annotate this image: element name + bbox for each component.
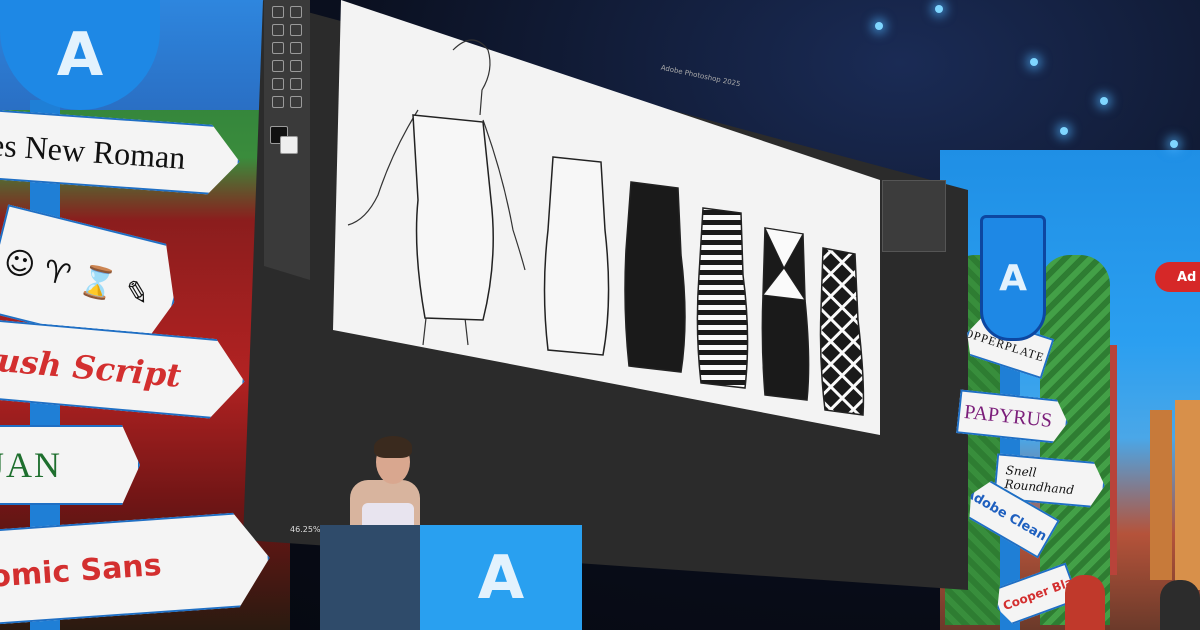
lasso-tool-icon [272,24,284,36]
dress-outline-on-figure [412,114,494,321]
sign-label: es New Roman [0,125,187,176]
eraser-tool-icon [290,60,302,72]
stage-light [1030,58,1038,66]
adobe-logo-icon: A [999,257,1027,299]
adobe-logo-icon: A [477,542,525,613]
eyedropper-tool-icon [272,42,284,54]
shape-tool-icon [290,96,302,108]
dress-artwork [347,39,865,416]
presenter-hair [374,436,412,458]
crop-tool-icon [290,24,302,36]
sign-trajan: JAN [0,425,140,505]
move-tool-icon [272,6,284,18]
tower-orange [1150,410,1172,580]
adobe-logo-icon: A [56,20,104,90]
adobe-logo-sign-right: A [980,215,1046,341]
sign-label: PAPYRUS [963,400,1054,432]
background-color-swatch [280,136,298,154]
sign-label: JAN [0,445,63,485]
stage-light [1100,97,1108,105]
dress-blank [543,156,610,356]
sign-label: rush Script [0,339,183,395]
gradient-tool-icon [272,78,284,90]
sign-comic-sans: omic Sans [0,510,273,624]
stage-light [1170,140,1178,148]
brush-tool-icon [290,42,302,54]
sign-label: omic Sans [0,547,163,595]
podium-adobe-logo: A [420,525,582,630]
layers-panel [882,180,946,252]
zoom-readout: 46.25% [290,525,321,534]
dress-solid [624,181,686,373]
dress-lattice [819,247,865,416]
audience-person [1065,575,1105,630]
audience-person [1160,580,1200,630]
smiley-icon: ☺ ♈ ⌛ ✎ [0,243,154,314]
marquee-tool-icon [290,6,302,18]
stage-photo: Adobe Photoshop 2025 46.25% es New Roman… [0,0,1200,630]
plane-banner: Ad [1155,262,1200,292]
dress-striped [696,207,749,389]
tower-building [1175,400,1200,590]
pen-tool-icon [290,78,302,90]
plane-label: Ad [1177,269,1197,285]
stage-light [1060,127,1068,135]
tools-panel [264,0,310,280]
dress-harlequin [761,227,810,401]
stamp-tool-icon [272,60,284,72]
stage-light [935,5,943,13]
type-tool-icon [272,96,284,108]
